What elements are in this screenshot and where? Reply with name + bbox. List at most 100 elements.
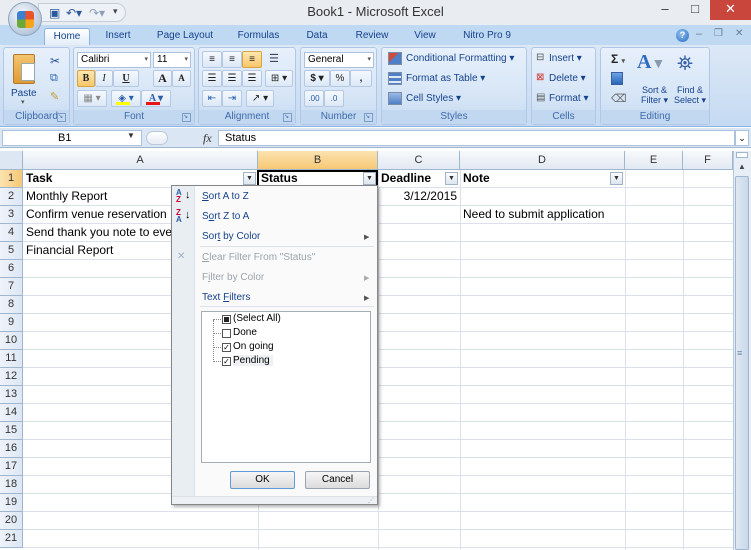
column-header-a[interactable]: A [23,151,258,170]
decrease-indent-button[interactable]: ⇤ [202,90,222,107]
menu-sort-by-color[interactable]: Sort by Color [202,231,260,242]
doc-close-button[interactable]: ✕ [735,28,743,39]
orientation-button[interactable]: ↗ ▾ [246,90,274,107]
decrease-decimal-button[interactable]: .0 [324,90,344,107]
row-header-12[interactable]: 12 [0,368,23,386]
row-header-4[interactable]: 4 [0,224,23,242]
scrollbar-thumb[interactable] [735,176,749,550]
shrink-font-button[interactable]: A [172,70,191,87]
expand-formula-bar-icon[interactable]: ⌄ [735,130,749,146]
redo-icon[interactable]: ↷▾ [89,6,105,20]
format-cells-button[interactable]: Format ▾ [549,93,588,104]
ok-button[interactable]: OK [230,471,295,489]
column-header-c[interactable]: C [378,151,460,170]
tab-data[interactable]: Data [300,28,334,45]
help-icon[interactable]: ? [676,29,689,42]
conditional-formatting-button[interactable]: Conditional Formatting ▾ [406,53,514,64]
doc-minimize-button[interactable]: – [696,28,702,40]
row-header-14[interactable]: 14 [0,404,23,422]
column-header-d[interactable]: D [460,151,625,170]
currency-button[interactable]: $ ▾ [304,70,330,87]
font-size-combo[interactable]: 11 ▾ [153,52,191,68]
row-header-20[interactable]: 20 [0,512,23,530]
row-header-9[interactable]: 9 [0,314,23,332]
align-center-button[interactable]: ☰ [222,70,242,87]
done-checkbox[interactable] [222,329,231,338]
formula-input[interactable]: Status [218,130,735,146]
tab-nitro-pro[interactable]: Nitro Pro 9 [457,28,517,45]
cancel-button[interactable]: Cancel [305,471,370,489]
row-header-18[interactable]: 18 [0,476,23,494]
align-middle-button[interactable]: ≡ [222,51,242,68]
align-top-button[interactable]: ≡ [202,51,222,68]
row-header-13[interactable]: 13 [0,386,23,404]
filter-dropdown-c[interactable]: ▼ [445,172,458,185]
row-header-1[interactable]: 1 [0,170,23,188]
pending-checkbox[interactable]: ✓ [222,357,231,366]
paste-dropdown-icon[interactable]: ▾ [21,98,25,106]
tab-insert[interactable]: Insert [98,28,138,45]
tab-view[interactable]: View [407,28,443,45]
bold-button[interactable]: B [77,70,95,87]
row-header-19[interactable]: 19 [0,494,23,512]
menu-sort-a-to-z[interactable]: Sort A to Z [202,191,249,202]
cell-d3[interactable]: Need to submit application [460,206,625,224]
borders-button[interactable]: ▦ ▾ [77,90,107,107]
column-header-e[interactable]: E [625,151,683,170]
split-box[interactable] [736,152,748,158]
row-header-2[interactable]: 2 [0,188,23,206]
autosum-button[interactable]: Σ ▾ [611,52,625,66]
increase-decimal-button[interactable]: .00 [304,90,324,107]
tab-page-layout[interactable]: Page Layout [150,28,220,45]
row-header-21[interactable]: 21 [0,530,23,548]
find-select-icon[interactable]: ⛯ [677,53,693,76]
row-header-3[interactable]: 3 [0,206,23,224]
tab-home[interactable]: Home [44,28,90,45]
row-header-7[interactable]: 7 [0,278,23,296]
clipboard-launcher-icon[interactable]: ↘ [57,113,66,122]
undo-icon[interactable]: ↶▾ [66,6,82,20]
row-header-16[interactable]: 16 [0,440,23,458]
font-color-button[interactable]: A ▾ [141,90,171,107]
menu-text-filters[interactable]: Text Filters [202,292,250,303]
sort-filter-icon[interactable]: A▼ [637,51,665,74]
office-button[interactable] [8,2,42,36]
font-launcher-icon[interactable]: ↘ [182,113,191,122]
align-bottom-button[interactable]: ≡ [242,51,262,68]
resize-grip-icon[interactable]: ⋰ [368,497,374,504]
row-header-10[interactable]: 10 [0,332,23,350]
paste-icon[interactable] [13,54,35,84]
clear-icon[interactable]: ⌫ [611,92,627,105]
insert-cells-button[interactable]: Insert ▾ [549,53,582,64]
row-header-6[interactable]: 6 [0,260,23,278]
save-icon[interactable]: ▣ [49,6,60,20]
filter-item-label[interactable]: Pending [233,355,273,366]
row-header-17[interactable]: 17 [0,458,23,476]
select-all-checkbox[interactable] [222,315,231,324]
formula-bar-resizer[interactable] [146,131,168,145]
delete-cells-button[interactable]: Delete ▾ [549,73,586,84]
increase-indent-button[interactable]: ⇥ [222,90,242,107]
scroll-up-icon[interactable]: ▲ [735,160,749,174]
maximize-button[interactable]: □ [680,0,710,20]
name-box-dropdown-icon[interactable]: ▼ [127,131,135,140]
grow-font-button[interactable]: A [153,70,172,87]
tab-formulas[interactable]: Formulas [231,28,286,45]
customize-qat-icon[interactable]: ▾ [113,6,118,17]
insert-function-icon[interactable]: fx [203,131,212,146]
cell-c1[interactable]: Deadline [378,170,448,188]
cell-c2[interactable]: 3/12/2015 [378,188,460,206]
comma-button[interactable]: , [350,70,372,87]
filter-dropdown-d[interactable]: ▼ [610,172,623,185]
filter-item-label[interactable]: Done [233,327,257,338]
column-header-f[interactable]: F [683,151,733,170]
filter-dropdown-b[interactable]: ▼ [363,172,376,185]
select-all-corner[interactable] [0,151,23,170]
cell-d1[interactable]: Note [460,170,610,188]
underline-button[interactable]: U [113,70,139,87]
font-name-combo[interactable]: Calibri ▾ [77,52,151,68]
italic-button[interactable]: I [95,70,113,87]
row-header-11[interactable]: 11 [0,350,23,368]
name-box[interactable]: B1 [2,130,142,146]
minimize-button[interactable]: – [650,0,680,20]
